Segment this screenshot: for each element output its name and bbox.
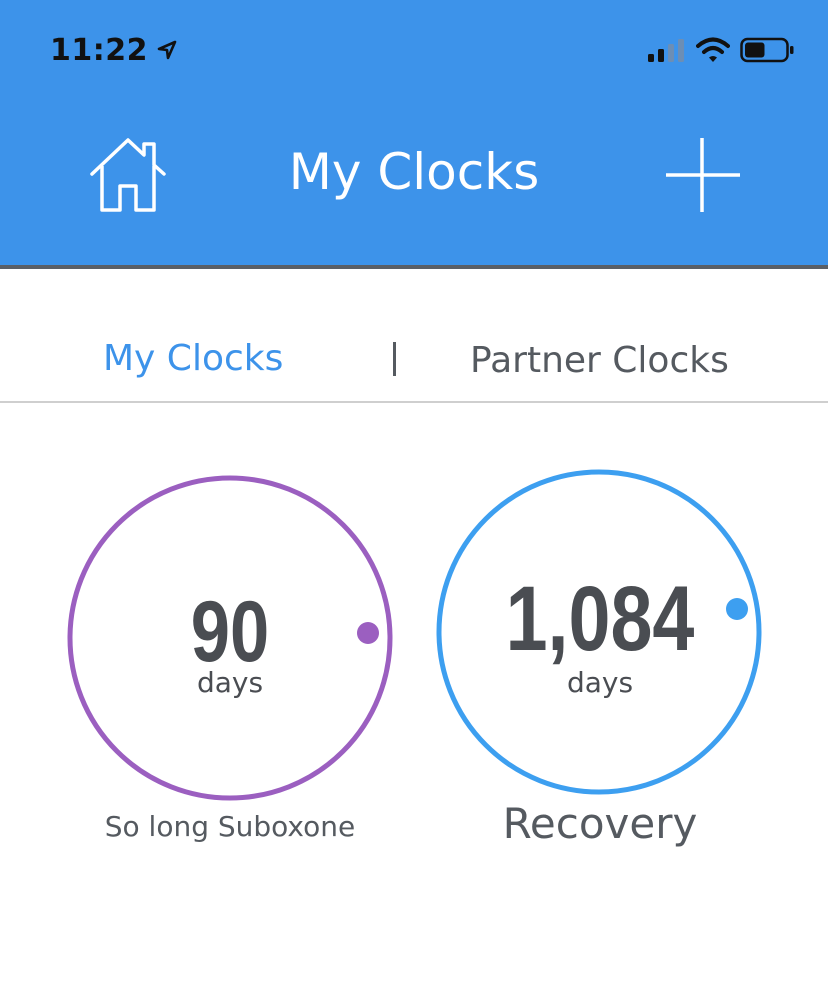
page-title: My Clocks <box>288 143 540 201</box>
clock-day-count: 90 <box>190 584 270 680</box>
add-clock-button[interactable] <box>660 134 744 218</box>
battery-icon <box>740 37 794 63</box>
status-time-text: 11:22 <box>50 32 148 68</box>
home-icon <box>90 138 166 212</box>
home-button[interactable] <box>86 134 170 214</box>
wifi-icon <box>696 37 730 62</box>
clock-tabs: My Clocks Partner Clocks <box>0 320 828 400</box>
tab-partner-clocks[interactable]: Partner Clocks <box>470 336 729 386</box>
plus-icon <box>666 138 740 212</box>
clock-unit-label: days <box>566 666 634 699</box>
status-bar-time: 11:22 <box>50 28 178 72</box>
tab-separator <box>393 342 396 376</box>
clock-day-count: 1,084 <box>505 568 695 670</box>
location-arrow-icon <box>157 40 177 60</box>
clock-card-recovery[interactable]: 1,084 days <box>434 468 766 800</box>
header-divider <box>0 265 828 269</box>
cellular-signal-icon <box>648 39 684 62</box>
clock-unit-label: days <box>196 666 264 699</box>
clock-card-suboxone[interactable]: 90 days <box>64 474 396 806</box>
clock-title-recovery: Recovery <box>502 799 698 848</box>
tab-my-clocks[interactable]: My Clocks <box>103 334 283 384</box>
tabs-divider <box>0 401 828 403</box>
status-bar-indicators <box>648 34 794 66</box>
clock-title-suboxone: So long Suboxone <box>104 810 356 843</box>
